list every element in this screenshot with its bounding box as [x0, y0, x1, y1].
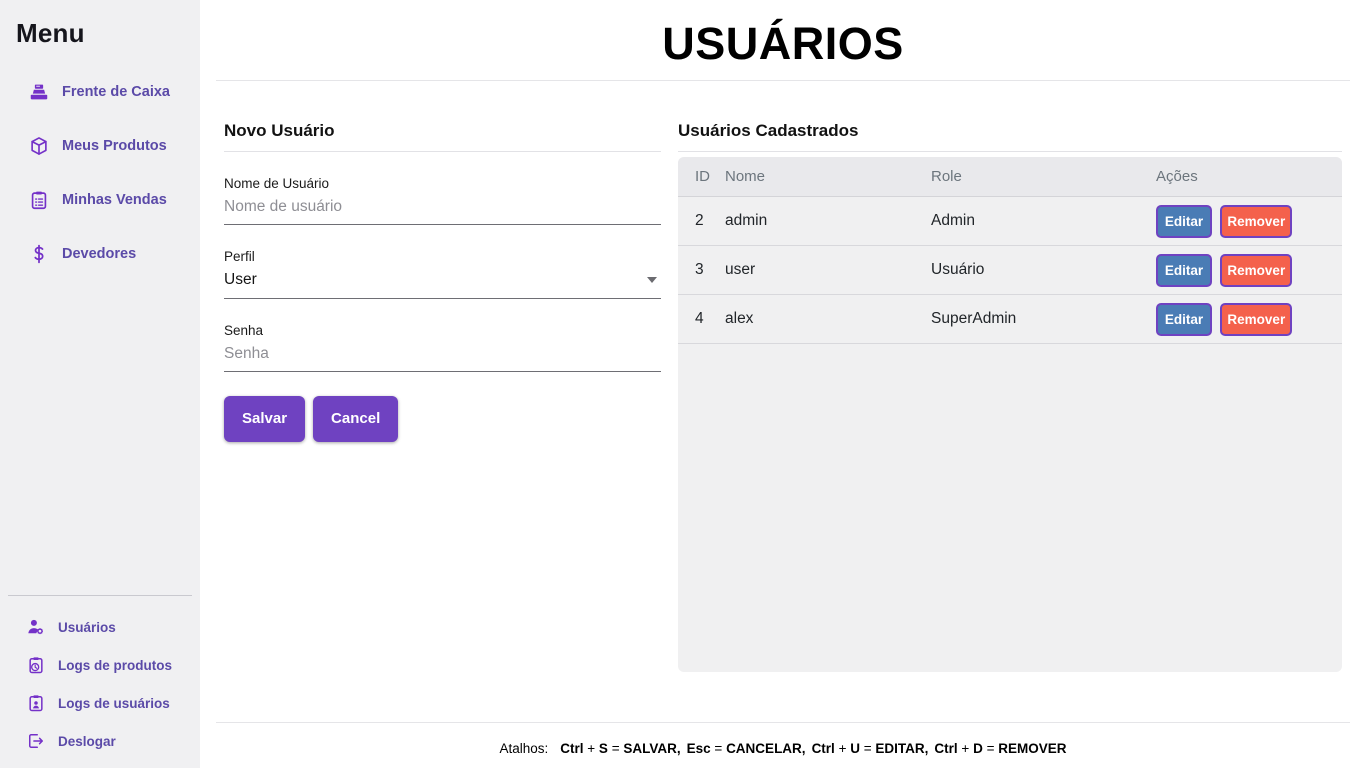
edit-button[interactable]: Editar: [1156, 205, 1212, 238]
cell-actions: Editar Remover: [1138, 246, 1342, 295]
cell-nome: admin: [725, 197, 931, 246]
remove-button[interactable]: Remover: [1220, 254, 1292, 287]
users-table-container: ID Nome Role Ações 2 admin Admin: [678, 157, 1342, 672]
cell-id: 2: [678, 197, 725, 246]
registered-users-title: Usuários Cadastrados: [678, 121, 1342, 141]
users-table: ID Nome Role Ações 2 admin Admin: [678, 157, 1342, 345]
column-header-id: ID: [678, 157, 725, 197]
cell-nome: user: [725, 246, 931, 295]
remove-button[interactable]: Remover: [1220, 303, 1292, 336]
footer: Atalhos: Ctrl + S = SALVAR, Esc = CANCELAR…: [200, 722, 1366, 768]
new-user-divider: [224, 151, 661, 152]
sidebar-item-logs-de-usuarios[interactable]: Logs de usuários: [0, 684, 200, 722]
sidebar-divider: [8, 595, 192, 596]
new-user-title: Novo Usuário: [224, 121, 661, 141]
cell-role: Admin: [931, 197, 1138, 246]
sidebar-item-label: Devedores: [62, 246, 136, 262]
sidebar-title: Menu: [0, 0, 200, 49]
column-header-acoes: Ações: [1138, 157, 1342, 197]
sidebar: Menu Frente de Caixa: [0, 0, 200, 768]
table-row: 4 alex SuperAdmin Editar Remover: [678, 295, 1342, 344]
page-title: USUÁRIOS: [200, 0, 1366, 75]
cell-role: Usuário: [931, 246, 1138, 295]
username-label: Nome de Usuário: [224, 176, 661, 191]
password-input[interactable]: [224, 338, 661, 372]
main-area: USUÁRIOS Novo Usuário Nome de Usuário Pe…: [200, 0, 1366, 768]
shortcuts-text: Atalhos: Ctrl + S = SALVAR, Esc = CANCELAR…: [200, 723, 1366, 756]
cell-nome: alex: [725, 295, 931, 344]
sidebar-item-logs-de-produtos[interactable]: Logs de produtos: [0, 646, 200, 684]
sidebar-item-frente-de-caixa[interactable]: Frente de Caixa: [0, 65, 200, 119]
sidebar-item-label: Minhas Vendas: [62, 192, 167, 208]
logout-icon: [26, 731, 46, 751]
save-button[interactable]: Salvar: [224, 396, 305, 442]
username-input[interactable]: [224, 191, 661, 225]
cash-register-icon: [28, 81, 50, 103]
cell-id: 3: [678, 246, 725, 295]
cell-actions: Editar Remover: [1138, 197, 1342, 246]
user-gear-icon: [26, 617, 46, 637]
column-header-nome: Nome: [725, 157, 931, 197]
table-row: 3 user Usuário Editar Remover: [678, 246, 1342, 295]
registered-users-panel: Usuários Cadastrados ID Nome Role Ações: [678, 121, 1342, 722]
profile-select-value: User: [224, 271, 257, 288]
sidebar-item-label: Usuários: [58, 620, 116, 635]
cell-role: SuperAdmin: [931, 295, 1138, 344]
sidebar-main-nav: Frente de Caixa Meus Produtos: [0, 65, 200, 281]
chevron-down-icon: [647, 277, 657, 283]
sidebar-item-devedores[interactable]: Devedores: [0, 227, 200, 281]
clipboard-clock-icon: [26, 655, 46, 675]
shortcut-remove: Ctrl + D = REMOVER: [934, 741, 1066, 756]
table-row: 2 admin Admin Editar Remover: [678, 197, 1342, 246]
registered-users-divider: [678, 151, 1342, 152]
dollar-icon: [28, 243, 50, 265]
column-header-role: Role: [931, 157, 1138, 197]
new-user-panel: Novo Usuário Nome de Usuário Perfil User…: [224, 121, 661, 722]
sidebar-item-label: Deslogar: [58, 734, 116, 749]
sidebar-item-label: Logs de produtos: [58, 658, 172, 673]
sidebar-item-label: Logs de usuários: [58, 696, 170, 711]
clipboard-list-icon: [28, 189, 50, 211]
shortcut-cancel: Esc = CANCELAR,: [687, 741, 806, 756]
edit-button[interactable]: Editar: [1156, 303, 1212, 336]
sidebar-item-label: Meus Produtos: [62, 138, 167, 154]
sidebar-item-usuarios[interactable]: Usuários: [0, 608, 200, 646]
shortcuts-label: Atalhos:: [499, 741, 548, 756]
sidebar-item-meus-produtos[interactable]: Meus Produtos: [0, 119, 200, 173]
profile-select[interactable]: User: [224, 264, 661, 299]
sidebar-item-minhas-vendas[interactable]: Minhas Vendas: [0, 173, 200, 227]
table-header-row: ID Nome Role Ações: [678, 157, 1342, 197]
sidebar-item-deslogar[interactable]: Deslogar: [0, 722, 200, 760]
sidebar-bottom-nav: Usuários Logs de produtos: [0, 595, 200, 760]
sidebar-item-label: Frente de Caixa: [62, 84, 170, 100]
remove-button[interactable]: Remover: [1220, 205, 1292, 238]
clipboard-user-icon: [26, 693, 46, 713]
cell-id: 4: [678, 295, 725, 344]
profile-label: Perfil: [224, 249, 661, 264]
edit-button[interactable]: Editar: [1156, 254, 1212, 287]
cell-actions: Editar Remover: [1138, 295, 1342, 344]
app-window: Menu Frente de Caixa: [0, 0, 1366, 768]
package-icon: [28, 135, 50, 157]
shortcut-save: Ctrl + S = SALVAR,: [560, 741, 680, 756]
shortcut-edit: Ctrl + U = EDITAR,: [812, 741, 929, 756]
password-label: Senha: [224, 323, 661, 338]
cancel-button[interactable]: Cancel: [313, 396, 398, 442]
content: Novo Usuário Nome de Usuário Perfil User…: [200, 81, 1366, 722]
